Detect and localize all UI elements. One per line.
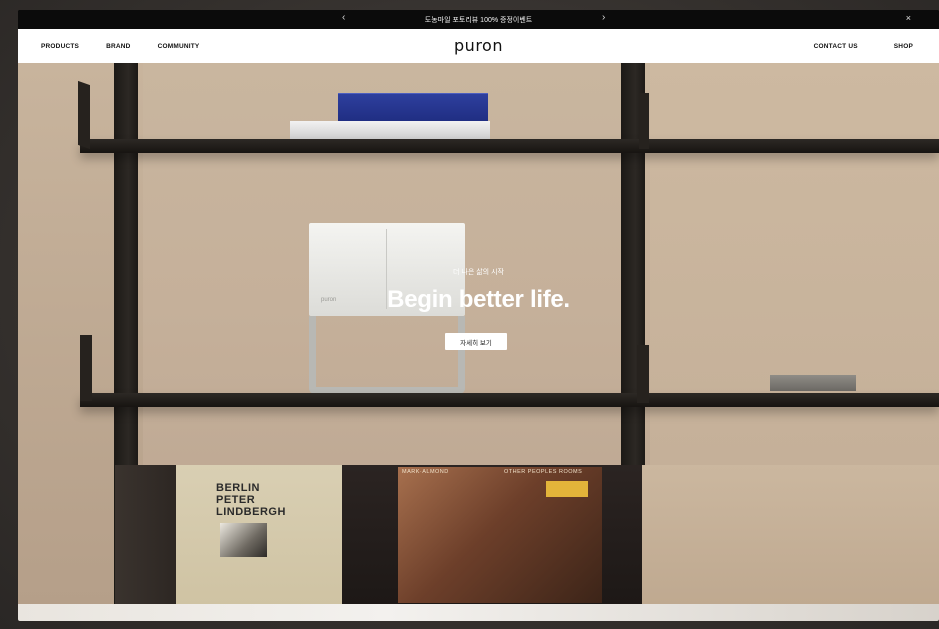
- secondary-nav: CONTACT US SHOP: [814, 29, 913, 63]
- hero-subtitle: 더 나은 삶의 시작: [18, 267, 939, 277]
- hero-book-white: [290, 121, 490, 139]
- chevron-right-icon[interactable]: ›: [602, 12, 605, 23]
- hero-stone: [770, 375, 856, 391]
- hero-record-berlin-title: BERLIN PETER LINDBERGH: [216, 482, 286, 518]
- hero-shelf-bracket: [78, 80, 90, 150]
- hero-cabinet: [642, 465, 939, 604]
- hero-banner: puron BERLIN PETER LINDBERGH MARK·ALMOND…: [18, 63, 939, 604]
- next-section-peek: [18, 604, 939, 621]
- site-header: PRODUCTS BRAND COMMUNITY puron CONTACT U…: [18, 29, 939, 63]
- hero-shelf-top: [80, 139, 939, 153]
- nav-community[interactable]: COMMUNITY: [158, 43, 200, 50]
- nav-shop[interactable]: SHOP: [894, 43, 913, 50]
- nav-products[interactable]: PRODUCTS: [41, 43, 79, 50]
- hero-subtitle-text: 더 나은 삶의 시작: [453, 269, 504, 276]
- hero-shelf-middle: [80, 393, 939, 407]
- primary-nav: PRODUCTS BRAND COMMUNITY: [41, 29, 199, 63]
- nav-contact-us[interactable]: CONTACT US: [814, 43, 858, 50]
- announcement-text[interactable]: 도농마일 포토리뷰 100% 증정이벤트: [425, 15, 532, 25]
- hero-record-left: [115, 465, 181, 604]
- hero-record-cover-title: OTHER PEOPLES ROOMS: [504, 469, 583, 475]
- learn-more-button[interactable]: 자세히 보기: [445, 333, 507, 350]
- hero-record-berlin-photo: [220, 523, 267, 557]
- hero-air-purifier-stand: [309, 316, 465, 394]
- hero-record-cover-artist: MARK·ALMOND: [402, 469, 449, 475]
- nav-brand[interactable]: BRAND: [106, 43, 130, 50]
- browser-screen: ‹ 도농마일 포토리뷰 100% 증정이벤트 › × PRODUCTS BRAN…: [18, 10, 939, 621]
- hero-book-blue: [338, 93, 488, 124]
- close-icon[interactable]: ×: [906, 13, 911, 23]
- hero-shelf-bracket: [639, 93, 649, 149]
- hero-shelf-bracket: [80, 335, 92, 401]
- hero-record-cover-label: [546, 481, 588, 497]
- device-frame: ‹ 도농마일 포토리뷰 100% 증정이벤트 › × PRODUCTS BRAN…: [0, 0, 939, 629]
- hero-title: Begin better life.: [387, 286, 570, 313]
- chevron-left-icon[interactable]: ‹: [342, 12, 345, 23]
- brand-logo[interactable]: puron: [454, 36, 503, 55]
- hero-shelf-bracket: [637, 345, 649, 403]
- announcement-bar: ‹ 도농마일 포토리뷰 100% 증정이벤트 › ×: [18, 10, 939, 29]
